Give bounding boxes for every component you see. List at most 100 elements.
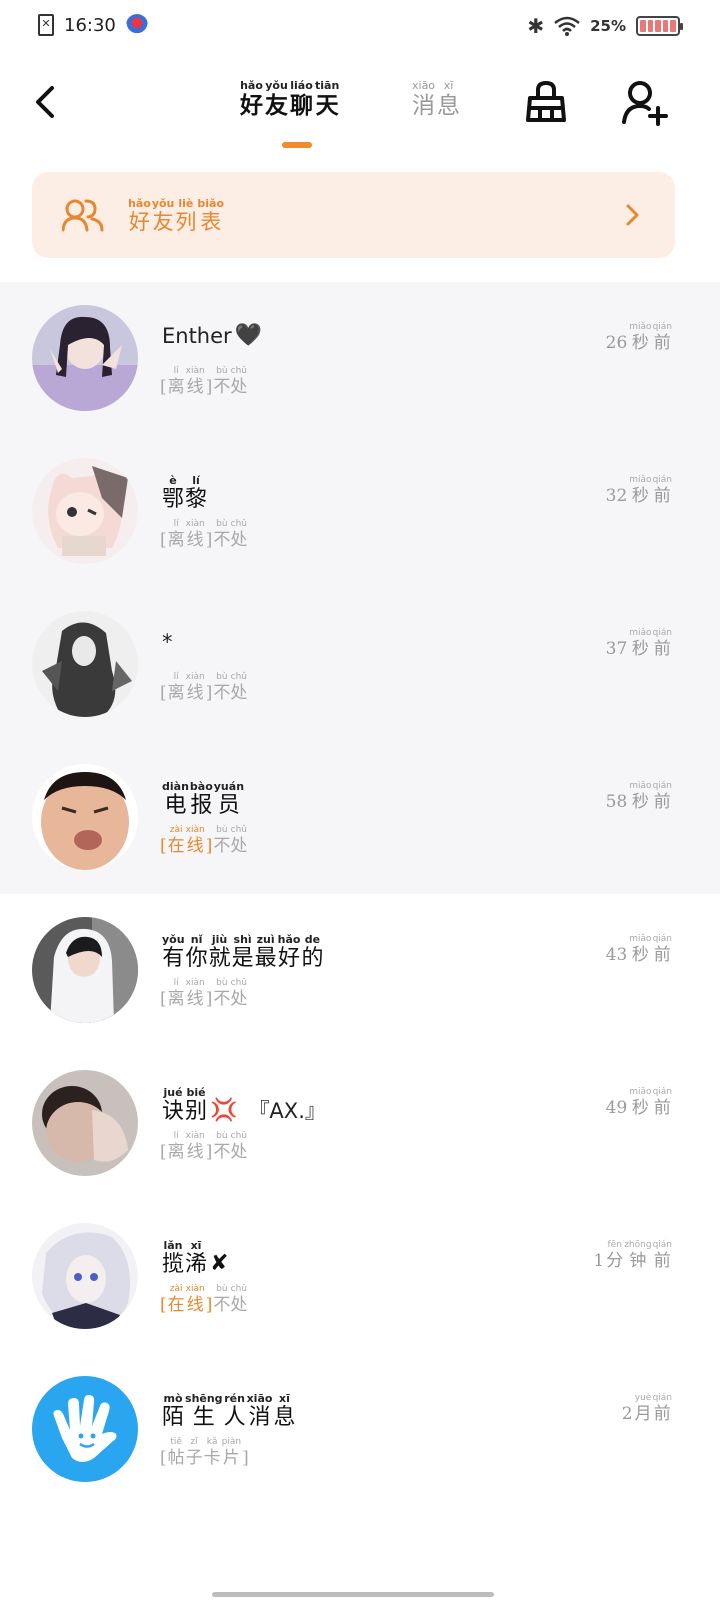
hanzi: 友 — [152, 210, 174, 234]
chat-item[interactable]: yǒu 有 nǐ 你 jiù 就 shì 是 zuì 最 hǎo 好 de 的[lí 离 xiàn 线] bù 不 c… — [0, 894, 720, 1047]
hanzi: 不 — [213, 683, 231, 703]
ruby-char: bù 不 — [213, 366, 230, 398]
ruby-char: zuì 最 — [255, 934, 277, 972]
hanzi: 别 — [185, 1099, 208, 1124]
dnd-label: bù 不 chǔ 处 — [213, 519, 247, 551]
friend-list-label: hǎo 好 yǒu 友 liè 列 biǎo 表 — [128, 197, 224, 235]
pinyin: lí — [173, 366, 179, 376]
back-arrow-icon[interactable] — [28, 80, 68, 124]
hanzi: 处 — [230, 377, 248, 397]
status-label: [zài 在 xiàn 线] bù 不 chǔ 处 — [160, 825, 247, 857]
ruby-char: bù 不 — [213, 825, 230, 857]
hanzi: 钟 — [629, 1251, 647, 1271]
bracket: ] — [205, 377, 213, 397]
tab-friend-chat[interactable]: hǎo 好 yǒu 友 liáo 聊 tiān 天 — [240, 80, 339, 120]
pinyin: xī — [190, 1239, 202, 1252]
ruby-char: qián 前 — [653, 628, 672, 660]
bag-icon[interactable] — [522, 78, 570, 126]
chat-item[interactable]: lǎn 揽 xī 浠 ✘[zài 在 xiàn 线] bù 不 chǔ 处 1 fēn 分 zhōng 钟 qiá… — [0, 1200, 720, 1353]
ruby-char: jué 诀 — [162, 1087, 184, 1125]
avatar[interactable] — [32, 764, 138, 870]
bracket: ] — [205, 530, 213, 550]
contact-name-text: * — [162, 630, 173, 654]
ruby-char: chǔ 处 — [230, 825, 247, 857]
bracket: [ — [160, 530, 167, 550]
ruby-char: hǎo 好 — [278, 934, 301, 972]
hanzi: 月 — [634, 1404, 652, 1424]
avatar[interactable] — [32, 458, 138, 564]
avatar[interactable] — [32, 611, 138, 717]
hanzi: 线 — [186, 1142, 204, 1162]
avatar[interactable] — [32, 917, 138, 1023]
chat-item[interactable]: è 鄂 lí 黎[lí 离 xiàn 线] bù 不 chǔ 处 32 miǎo 秒 qián 前 — [0, 435, 720, 588]
hanzi: 聊 — [290, 92, 313, 119]
last-active-time: 2 yuè 月 qián 前 — [622, 1393, 672, 1425]
ruby-char: xiàn 线 — [186, 672, 205, 704]
pinyin: yǒu — [162, 933, 185, 946]
hanzi: 不 — [213, 377, 231, 397]
avatar[interactable] — [32, 1070, 138, 1176]
contact-name: diàn 电 bào 报 yuán 员 — [162, 781, 244, 819]
bluetooth-icon: ✱ — [527, 14, 545, 38]
avatar[interactable] — [32, 305, 138, 411]
pinyin: hǎo — [277, 933, 301, 946]
hanzi: 浠 — [185, 1252, 208, 1277]
chat-item[interactable]: jué 诀 bié 别 💢 『AX.』[lí 离 xiàn 线] bù 不 chǔ 处 49 miǎo 秒 qi… — [0, 1047, 720, 1200]
hanzi: 秒 — [631, 1098, 649, 1118]
add-friend-icon[interactable] — [620, 78, 668, 126]
pinyin: zhōng — [624, 1240, 652, 1250]
ruby-char: xiàn 线 — [186, 366, 205, 398]
hanzi: 线 — [186, 530, 204, 550]
ruby-char: miǎo 秒 — [629, 781, 651, 813]
ruby-char: xiāo 消 — [412, 80, 435, 120]
pinyin: yǒu — [265, 79, 288, 92]
friend-list-button[interactable]: hǎo 好 yǒu 友 liè 列 biǎo 表 — [32, 172, 675, 258]
hanzi: 处 — [230, 683, 248, 703]
pinyin: miǎo — [629, 1087, 652, 1097]
chat-item[interactable]: Enther 🖤[lí 离 xiàn 线] bù 不 chǔ 处 26 miǎo 秒 qián 前 — [0, 282, 720, 435]
pinyin: yǒu — [151, 197, 175, 210]
chat-item[interactable]: *[lí 离 xiàn 线] bù 不 chǔ 处 37 miǎo 秒 qián 前 — [0, 588, 720, 741]
ruby-char: bié 别 — [185, 1087, 207, 1125]
ruby-char: liè 列 — [175, 198, 196, 235]
ruby-char: miǎo 秒 — [629, 628, 651, 660]
bracket: ] — [205, 1142, 213, 1162]
pinyin: miǎo — [629, 322, 652, 332]
avatar[interactable] — [32, 1376, 138, 1482]
app-notification-icon — [125, 14, 148, 36]
pinyin: bù — [216, 825, 228, 835]
chat-item[interactable]: diàn 电 bào 报 yuán 员 [zài 在 xiàn 线] bù 不 chǔ 处 58 miǎo 秒 q… — [0, 741, 720, 894]
ruby-char: nǐ 你 — [186, 934, 208, 972]
hanzi: 秒 — [631, 945, 649, 965]
hanzi: 不 — [213, 836, 231, 856]
hanzi: 黎 — [185, 487, 208, 512]
hanzi: 报 — [190, 793, 213, 818]
avatar[interactable] — [32, 1223, 138, 1329]
ruby-char: yǒu 有 — [162, 934, 185, 972]
hanzi: 最 — [254, 946, 277, 971]
bracket: [ — [160, 683, 167, 703]
ruby-char: yǒu 友 — [151, 197, 175, 235]
ruby-char: fēn 分 — [606, 1240, 623, 1272]
home-indicator[interactable] — [212, 1592, 494, 1597]
hanzi: 息 — [273, 1405, 296, 1430]
pinyin: xī — [279, 1392, 290, 1405]
name-emoji: ✘ — [210, 1251, 229, 1276]
ruby-char: jiù 就 — [209, 934, 231, 972]
pinyin: qián — [652, 1393, 672, 1403]
hanzi: 前 — [653, 1251, 671, 1271]
time-number: 37 — [605, 639, 628, 659]
pinyin: lí — [173, 1131, 179, 1141]
last-active-time: 1 fēn 分 zhōng 钟 qián 前 — [593, 1240, 672, 1272]
status-label: [lí 离 xiàn 线] bù 不 chǔ 处 — [160, 519, 247, 551]
ruby-char: xiàn 线 — [186, 1284, 205, 1316]
bracket: ] — [205, 989, 213, 1009]
name-suffix: 『AX.』 — [248, 1099, 326, 1123]
time-number: 43 — [605, 945, 628, 965]
tab-messages[interactable]: xiāo 消 xī 息 — [412, 80, 460, 120]
pinyin: zài — [169, 825, 183, 835]
hanzi: 息 — [437, 93, 461, 119]
pinyin: qián — [652, 934, 672, 944]
bracket: [ — [160, 1142, 167, 1162]
chat-item[interactable]: mò 陌 shēng 生 rén 人 xiāo 消 xī 息[tiě 帖 zǐ 子 kǎ 卡 piàn 片] 2 y… — [0, 1353, 720, 1506]
